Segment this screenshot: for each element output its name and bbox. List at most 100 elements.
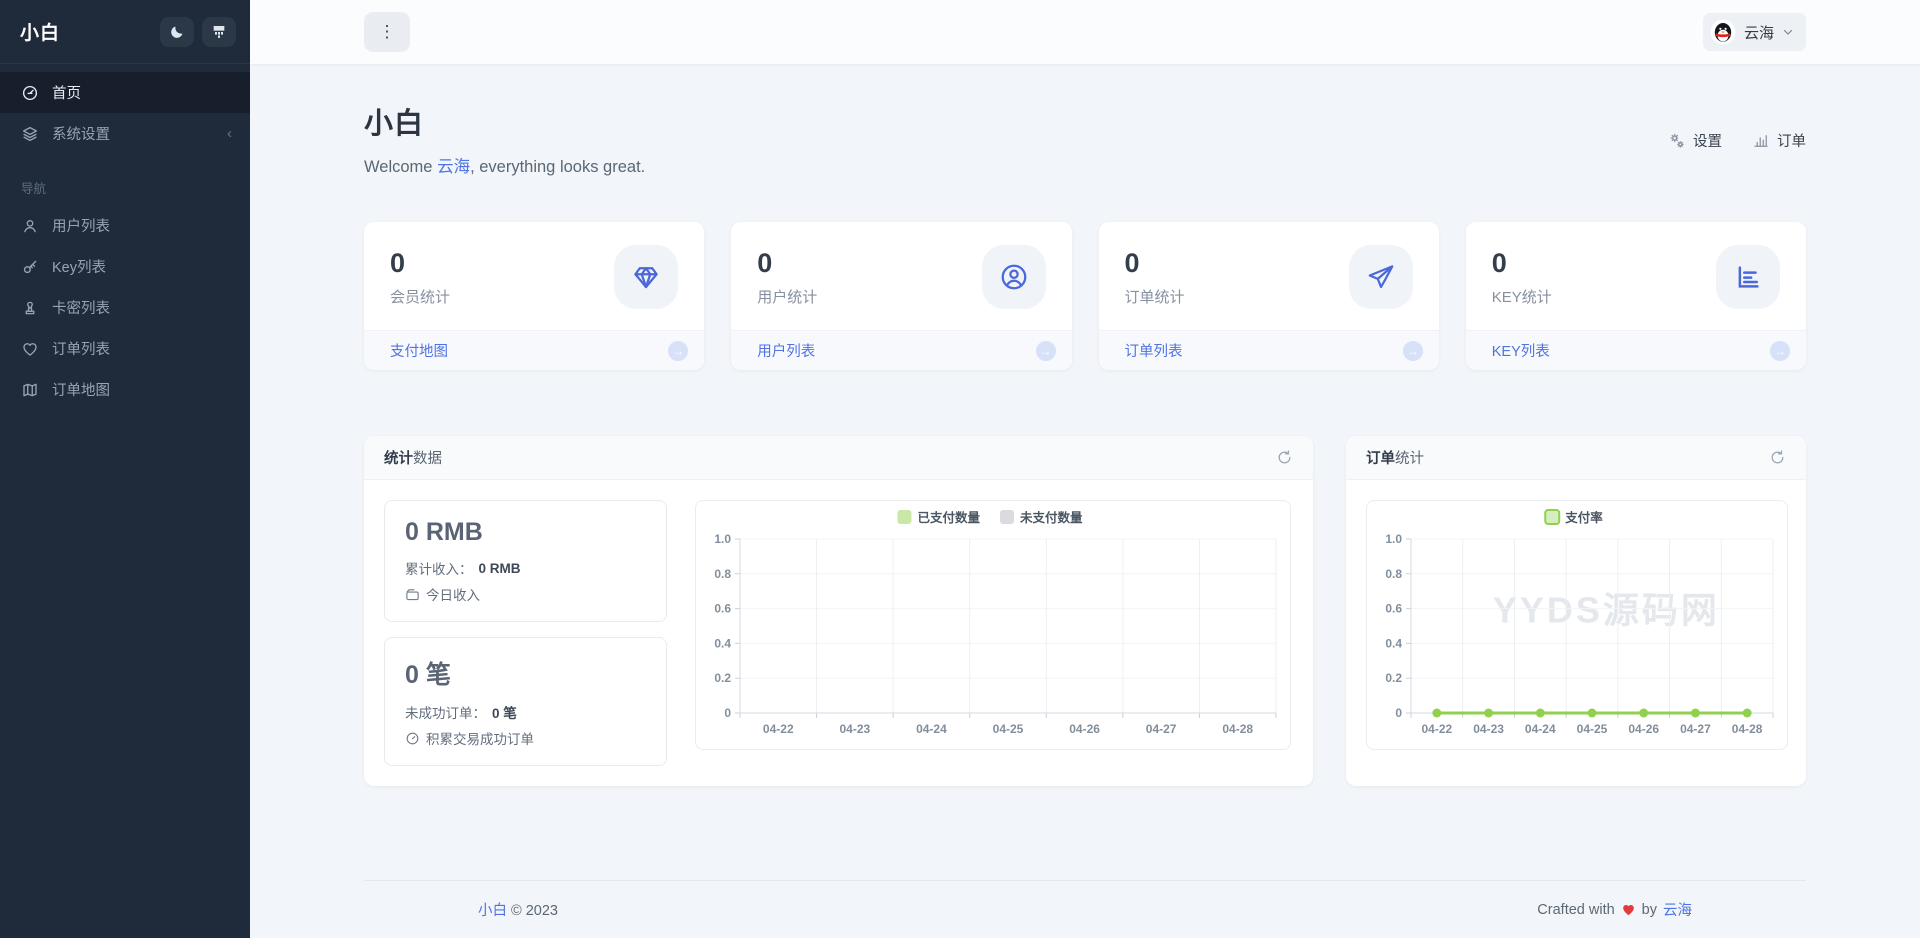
footer-credit: Crafted with by 云海 <box>1537 899 1692 920</box>
arrow-right-icon[interactable]: → <box>1770 341 1790 361</box>
welcome-prefix: Welcome <box>364 158 432 176</box>
income-line1: 累计收入： 0 RMB <box>405 558 646 578</box>
collapse-menu-button[interactable]: ⋮ <box>364 12 410 52</box>
refresh-icon <box>1769 449 1786 466</box>
card-key-stats: 0 KEY统计 KEY列表 → <box>1466 222 1806 370</box>
chevron-left-icon: ‹ <box>227 125 232 142</box>
key-icon <box>21 258 39 276</box>
card-footer-link[interactable]: KEY列表 <box>1492 340 1550 361</box>
heart-outline-icon <box>21 340 39 358</box>
settings-button[interactable]: 设置 <box>1668 130 1722 151</box>
svg-text:04-27: 04-27 <box>1680 722 1711 736</box>
svg-text:04-23: 04-23 <box>840 722 871 736</box>
income-line1-label: 累计收入： <box>405 558 473 578</box>
income-line1-value: 0 RMB <box>479 561 521 576</box>
svg-text:0: 0 <box>1395 706 1402 720</box>
card-label: 用户统计 <box>757 286 817 307</box>
orders-value: 0 笔 <box>405 655 646 691</box>
gears-icon <box>1668 132 1686 150</box>
stamp-icon <box>21 299 39 317</box>
sidebar-item-user-list[interactable]: 用户列表 <box>0 205 250 246</box>
sidebar-item-label: 用户列表 <box>52 215 110 236</box>
user-circle-icon <box>999 262 1029 292</box>
sidebar-item-label: 订单地图 <box>52 379 110 400</box>
sidebar: 小白 首页 系统设置 ‹ 导航 <box>0 0 250 938</box>
welcome-suffix: , everything looks great. <box>470 158 645 176</box>
stats-panel: 统计数据 0 RMB 累计收入： 0 RMB <box>364 436 1313 786</box>
arrow-right-icon[interactable]: → <box>668 341 688 361</box>
orders-line1-label: 未成功订单： <box>405 702 486 722</box>
svg-text:04-24: 04-24 <box>1525 722 1556 736</box>
footer-copyright-text: © 2023 <box>511 903 558 919</box>
refresh-button[interactable] <box>1276 449 1293 466</box>
orders-line2: 积累交易成功订单 <box>405 728 646 748</box>
kebab-icon: ⋮ <box>379 22 396 42</box>
card-user-stats: 0 用户统计 用户列表 → <box>731 222 1071 370</box>
orders-button[interactable]: 订单 <box>1752 130 1806 151</box>
svg-text:0.6: 0.6 <box>714 602 731 616</box>
sidebar-logo-row: 小白 <box>0 0 250 64</box>
dark-mode-toggle[interactable] <box>160 17 194 47</box>
income-line2: 今日收入 <box>405 584 646 604</box>
svg-text:0.8: 0.8 <box>1385 567 1402 581</box>
card-footer-link[interactable]: 用户列表 <box>757 340 815 361</box>
sidebar-section-label: 导航 <box>21 178 250 197</box>
income-statbox: 0 RMB 累计收入： 0 RMB 今日收入 <box>384 500 667 622</box>
page-title: 小白 <box>364 100 645 142</box>
svg-text:已支付数量: 已支付数量 <box>918 510 981 525</box>
svg-text:04-25: 04-25 <box>993 722 1024 736</box>
orders-panel-title-bold: 订单 <box>1366 451 1395 467</box>
svg-text:0.8: 0.8 <box>714 567 731 581</box>
paid-unpaid-chart: 00.20.40.60.81.004-2204-2304-2404-2504-2… <box>695 500 1291 750</box>
sidebar-nav: 首页 系统设置 ‹ 导航 用户列表 Key列表 卡 <box>0 64 250 410</box>
svg-text:0.4: 0.4 <box>714 636 731 650</box>
card-value: 0 <box>757 248 817 279</box>
chevron-down-icon <box>1782 26 1794 38</box>
orders-panel: 订单统计 YYDS源码网00.20.40.60.81.004-2204-2304… <box>1346 436 1806 786</box>
theme-editor-button[interactable] <box>202 17 236 47</box>
card-footer-link[interactable]: 订单列表 <box>1125 340 1183 361</box>
svg-text:04-28: 04-28 <box>1222 722 1253 736</box>
footer-author-link[interactable]: 云海 <box>1663 899 1692 920</box>
moon-icon <box>169 24 185 40</box>
sidebar-item-home[interactable]: 首页 <box>0 72 250 113</box>
map-icon <box>21 381 39 399</box>
orders-label: 订单 <box>1777 130 1806 151</box>
footer-crafted-by: by <box>1642 902 1657 918</box>
wallet-icon <box>405 587 420 602</box>
arrow-right-icon[interactable]: → <box>1403 341 1423 361</box>
brush-icon <box>211 24 227 40</box>
stats-panel-title-bold: 统计 <box>384 451 413 467</box>
footer-crafted-prefix: Crafted with <box>1537 902 1614 918</box>
income-value: 0 RMB <box>405 518 646 547</box>
penguin-avatar <box>1710 19 1736 45</box>
svg-text:支付率: 支付率 <box>1564 510 1603 525</box>
welcome-user-link[interactable]: 云海 <box>437 158 470 176</box>
card-icon-box <box>1349 245 1413 309</box>
footer-copyright: 小白 © 2023 <box>478 899 558 920</box>
svg-text:0.6: 0.6 <box>1385 602 1402 616</box>
card-value: 0 <box>390 248 450 279</box>
stats-panel-title-rest: 数据 <box>413 451 442 467</box>
orders-statbox: 0 笔 未成功订单：0 笔 积累交易成功订单 <box>384 637 667 766</box>
svg-text:1.0: 1.0 <box>714 532 731 546</box>
card-footer-link[interactable]: 支付地图 <box>390 340 448 361</box>
sidebar-item-order-map[interactable]: 订单地图 <box>0 369 250 410</box>
refresh-button[interactable] <box>1769 449 1786 466</box>
sidebar-item-card-key-list[interactable]: 卡密列表 <box>0 287 250 328</box>
sidebar-item-key-list[interactable]: Key列表 <box>0 246 250 287</box>
card-order-stats: 0 订单统计 订单列表 → <box>1099 222 1439 370</box>
main-content: 小白 Welcome 云海, everything looks great. 设… <box>250 64 1920 938</box>
heart-icon <box>1621 902 1636 917</box>
card-label: 会员统计 <box>390 286 450 307</box>
arrow-right-icon[interactable]: → <box>1036 341 1056 361</box>
bar-chart-icon <box>1733 262 1763 292</box>
refresh-icon <box>1276 449 1293 466</box>
sidebar-item-system-settings[interactable]: 系统设置 ‹ <box>0 113 250 154</box>
footer-brand-link[interactable]: 小白 <box>478 903 507 919</box>
sidebar-item-order-list[interactable]: 订单列表 <box>0 328 250 369</box>
svg-text:1.0: 1.0 <box>1385 532 1402 546</box>
user-menu[interactable]: 云海 <box>1703 13 1806 51</box>
card-label: 订单统计 <box>1125 286 1185 307</box>
user-name: 云海 <box>1744 22 1774 43</box>
